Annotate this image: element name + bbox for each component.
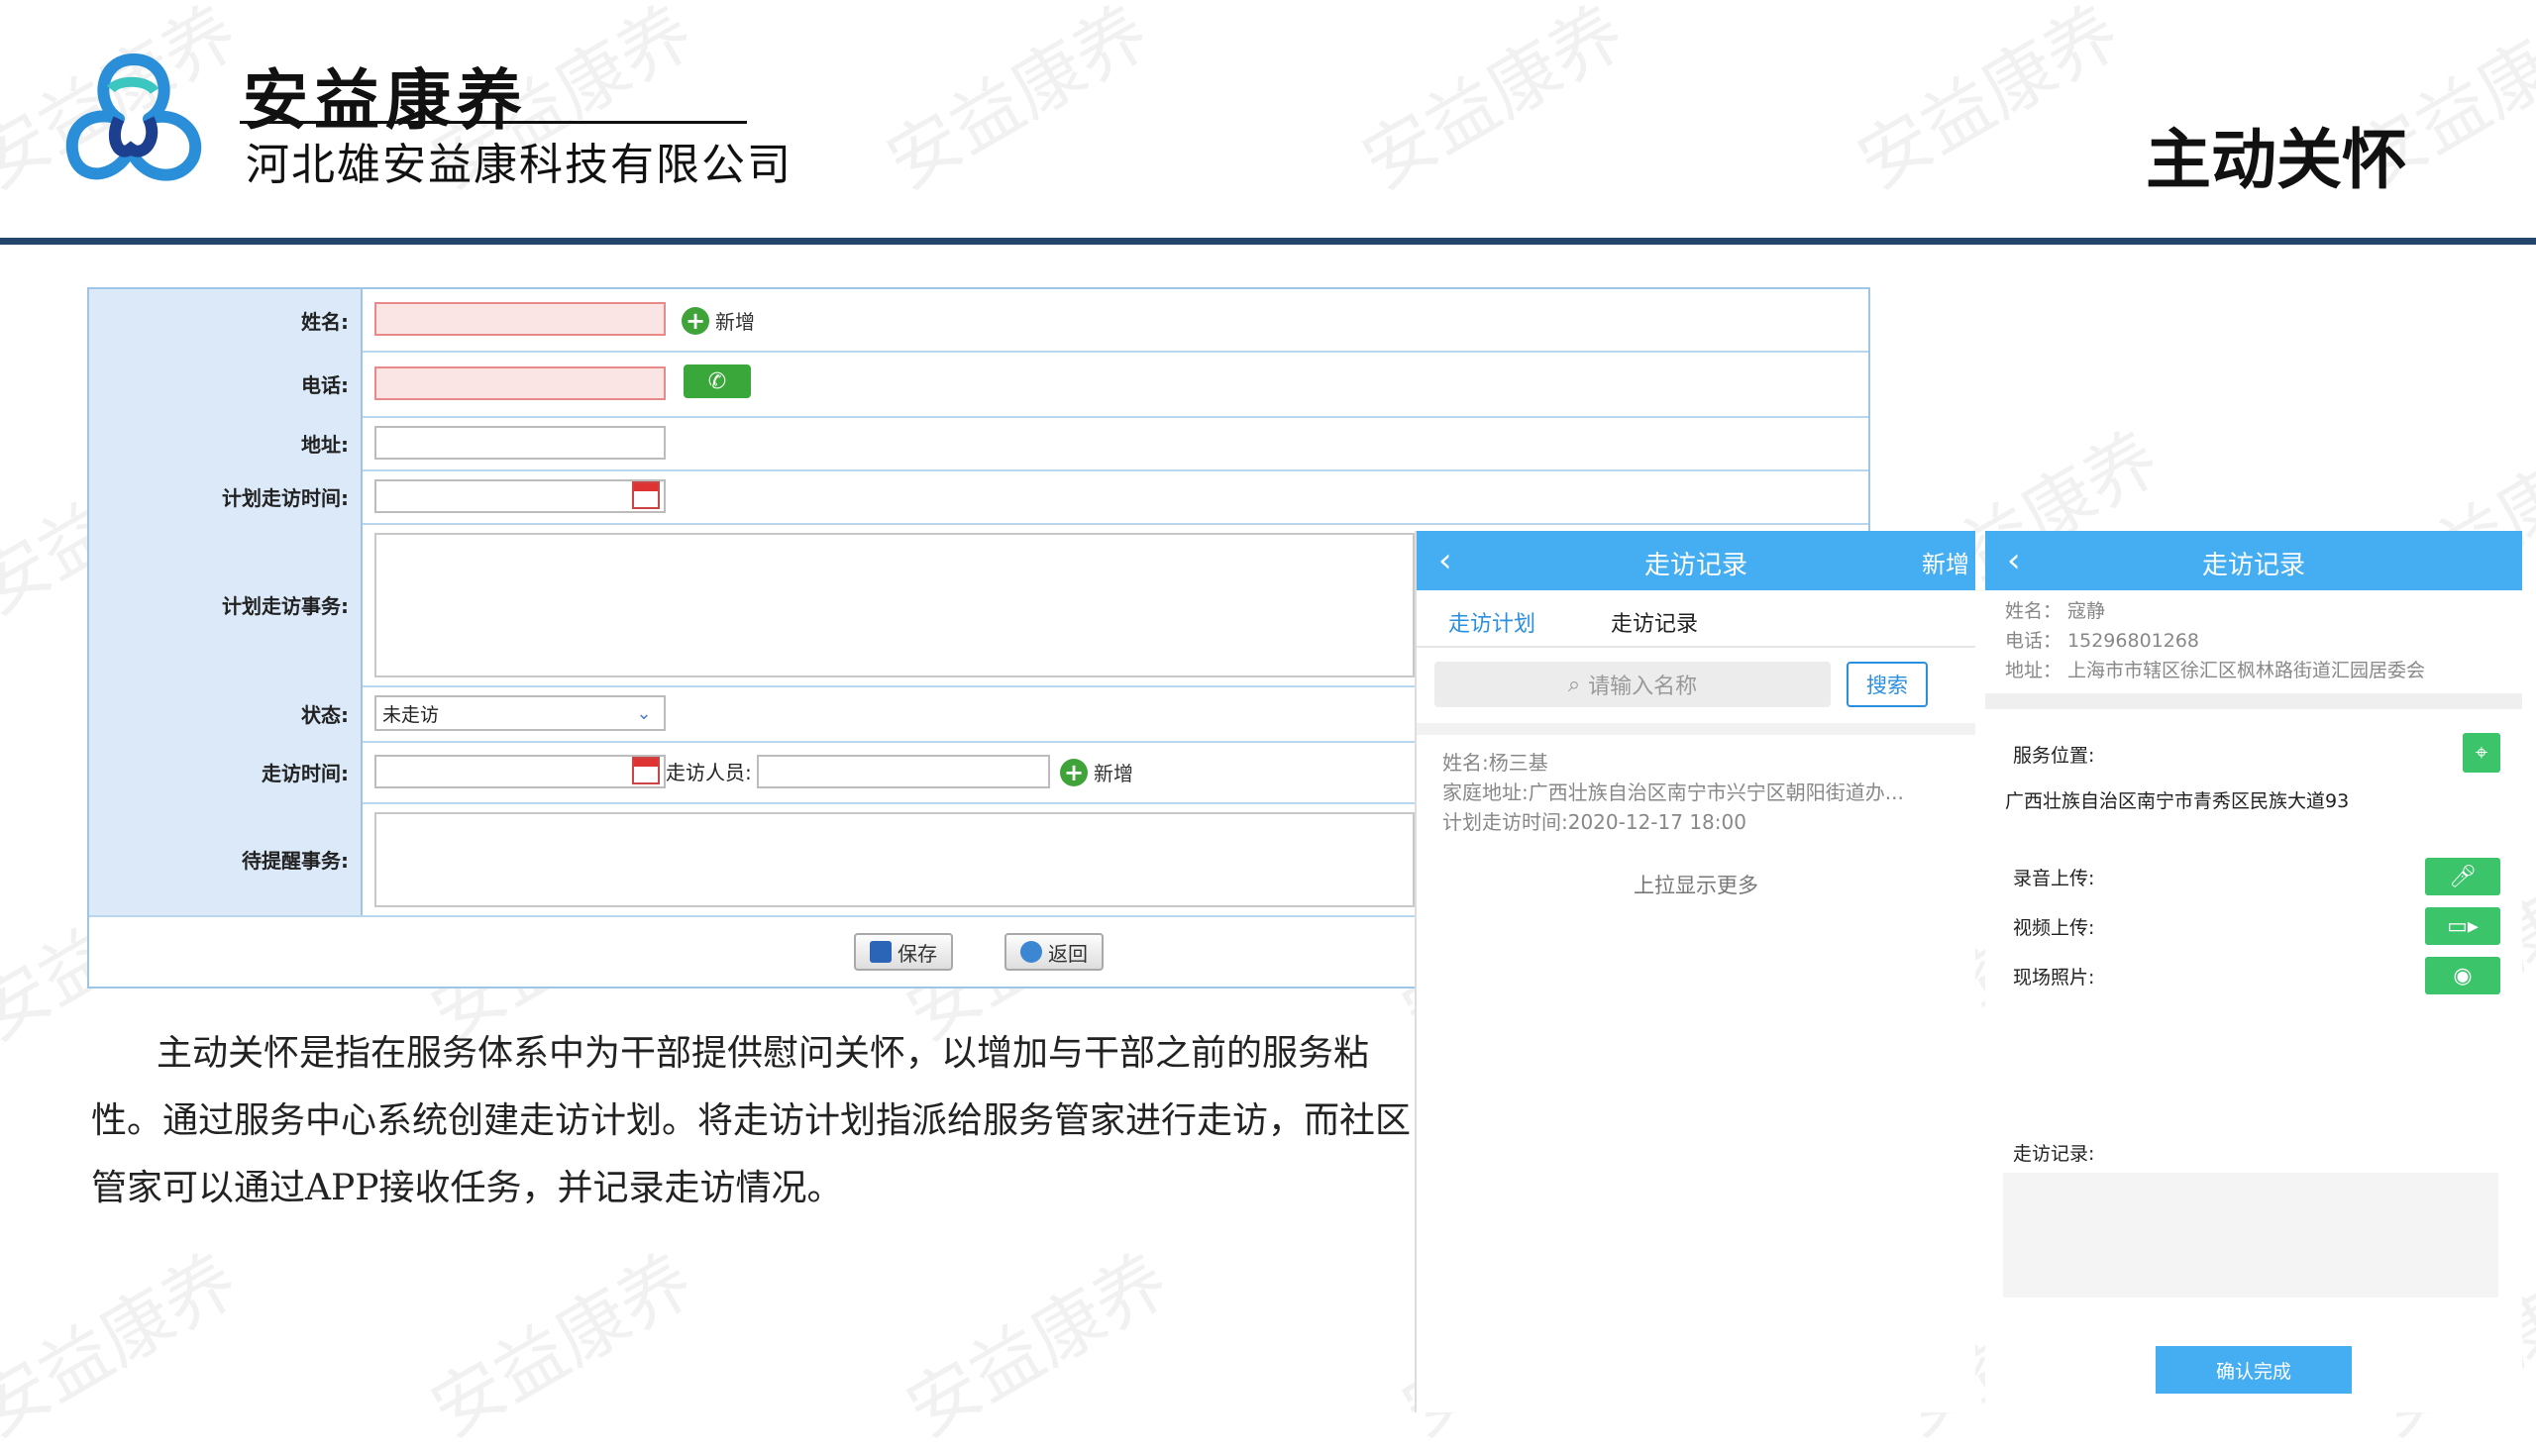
plan-matter-textarea[interactable] <box>374 533 1415 677</box>
microphone-icon[interactable]: 🎤︎ <box>2425 858 2500 895</box>
elder-phone: 电话： 15296801268 <box>2005 630 2200 652</box>
record-textarea[interactable] <box>2003 1173 2498 1298</box>
camera-icon[interactable]: ◉ <box>2425 957 2500 994</box>
form-row-name: 姓名: + 新增 <box>89 289 1868 353</box>
elder-address: 地址： 上海市市辖区徐汇区枫林路街道汇园居委会 <box>2005 660 2426 681</box>
confirm-button[interactable]: 确认完成 <box>2156 1346 2352 1394</box>
search-placeholder: 请输入名称 <box>1588 675 1698 699</box>
phone-navbar: ‹ 走访记录 <box>1985 531 2522 590</box>
name-label: 姓名: <box>89 289 363 351</box>
watermark: 安益康养 <box>417 1237 706 1453</box>
location-value: 广西壮族自治区南宁市青秀区民族大道93 <box>2005 790 2350 812</box>
phone-label: 电话: <box>89 351 363 416</box>
save-label: 保存 <box>898 941 937 966</box>
add-name-button[interactable]: + 新增 <box>682 306 755 335</box>
tab-visit-plan[interactable]: 走访计划 <box>1448 606 1535 638</box>
section-separator <box>1985 693 2522 709</box>
visit-time-input[interactable] <box>374 755 666 788</box>
add-label: 新增 <box>715 310 755 334</box>
phone-input[interactable] <box>374 366 666 400</box>
address-input[interactable] <box>374 426 666 460</box>
brand-divider <box>240 121 747 124</box>
load-more-hint: 上拉显示更多 <box>1634 874 1758 897</box>
form-row-phone: 电话: ✆ <box>89 351 1868 418</box>
visitor-label: 走访人员: <box>666 761 752 784</box>
watermark: 安益康养 <box>1844 0 2133 205</box>
video-label: 视频上传: <box>2013 917 2095 939</box>
plan-matter-label: 计划走访事务: <box>89 523 363 685</box>
page-title: 主动关怀 <box>2146 122 2407 198</box>
search-button[interactable]: 搜索 <box>1847 662 1928 707</box>
photo-label: 现场照片: <box>2013 967 2095 988</box>
back-button[interactable]: 返回 <box>1004 933 1104 971</box>
save-button[interactable]: 保存 <box>854 933 953 971</box>
audio-label: 录音上传: <box>2013 868 2095 889</box>
search-icon: ⌕ <box>1567 672 1581 697</box>
name-input[interactable] <box>374 302 666 336</box>
watermark: 安益康养 <box>1348 0 1638 205</box>
save-icon <box>870 941 892 963</box>
location-pin-icon[interactable]: ⌖ <box>2463 733 2500 773</box>
call-button[interactable]: ✆ <box>684 364 751 398</box>
company-logo <box>59 50 208 188</box>
tab-visit-record[interactable]: 走访记录 <box>1611 606 1698 638</box>
chevron-down-icon: ⌄ <box>636 702 652 724</box>
form-row-plan-time: 计划走访时间: <box>89 469 1868 525</box>
form-row-address: 地址: <box>89 416 1868 471</box>
elder-name: 姓名： 寇静 <box>2005 600 2106 622</box>
calendar-icon[interactable] <box>632 481 660 509</box>
phone-visit-detail: ‹ 走访记录 姓名： 寇静 电话： 15296801268 地址： 上海市市辖区… <box>1985 531 2522 1412</box>
brand-subtitle: 河北雄安益康科技有限公司 <box>246 140 792 190</box>
remind-label: 待提醒事务: <box>89 802 363 915</box>
add-visitor-button[interactable]: + 新增 <box>1060 758 1133 786</box>
record-label: 走访记录: <box>2013 1143 2095 1165</box>
watermark: 安益康养 <box>893 1237 1182 1453</box>
status-value: 未走访 <box>382 703 440 726</box>
status-select[interactable]: 未走访 ⌄ <box>374 695 666 731</box>
header-divider <box>0 238 2536 245</box>
back-arrow-icon <box>1020 941 1042 963</box>
back-label: 返回 <box>1048 941 1088 966</box>
status-label: 状态: <box>89 685 363 741</box>
video-camera-icon[interactable]: ▭▸ <box>2425 907 2500 945</box>
address-label: 地址: <box>89 416 363 469</box>
tab-bar: 走访计划 走访记录 <box>1417 592 1975 648</box>
watermark: 安益康养 <box>873 0 1162 205</box>
location-label: 服务位置: <box>2013 745 2095 767</box>
section-separator <box>1417 723 1975 735</box>
plus-icon: + <box>1060 758 1088 786</box>
phone-visit-list: ‹ 走访记录 新增 走访计划 走访记录 ⌕ 请输入名称 搜索 姓名:杨三基 家庭… <box>1415 531 1975 1412</box>
phone-title: 走访记录 <box>2201 551 2305 580</box>
item-name: 姓名:杨三基 <box>1442 751 1548 775</box>
phone-icon: ✆ <box>707 368 727 394</box>
calendar-icon[interactable] <box>632 757 660 784</box>
item-time: 计划走访时间:2020-12-17 18:00 <box>1442 810 1746 834</box>
description-text: 主动关怀是指在服务体系中为干部提供慰问关怀，以增加与干部之前的服务粘性。通过服务… <box>91 1033 1412 1208</box>
plus-icon: + <box>682 306 709 335</box>
item-address: 家庭地址:广西壮族自治区南宁市兴宁区朝阳街道办... <box>1442 780 1904 804</box>
visitor-input[interactable] <box>757 755 1050 788</box>
phone-navbar: ‹ 走访记录 新增 <box>1417 531 1975 590</box>
plan-time-input[interactable] <box>374 479 666 513</box>
visit-time-label: 走访时间: <box>89 741 363 802</box>
search-input[interactable]: ⌕ 请输入名称 <box>1434 662 1831 707</box>
phone-title: 走访记录 <box>1643 551 1747 580</box>
watermark: 安益康养 <box>0 1237 251 1453</box>
add-visit-button[interactable]: 新增 <box>1922 545 1969 579</box>
plan-time-label: 计划走访时间: <box>89 469 363 523</box>
remind-textarea[interactable] <box>374 812 1415 907</box>
visitor-add-label: 新增 <box>1094 762 1133 785</box>
